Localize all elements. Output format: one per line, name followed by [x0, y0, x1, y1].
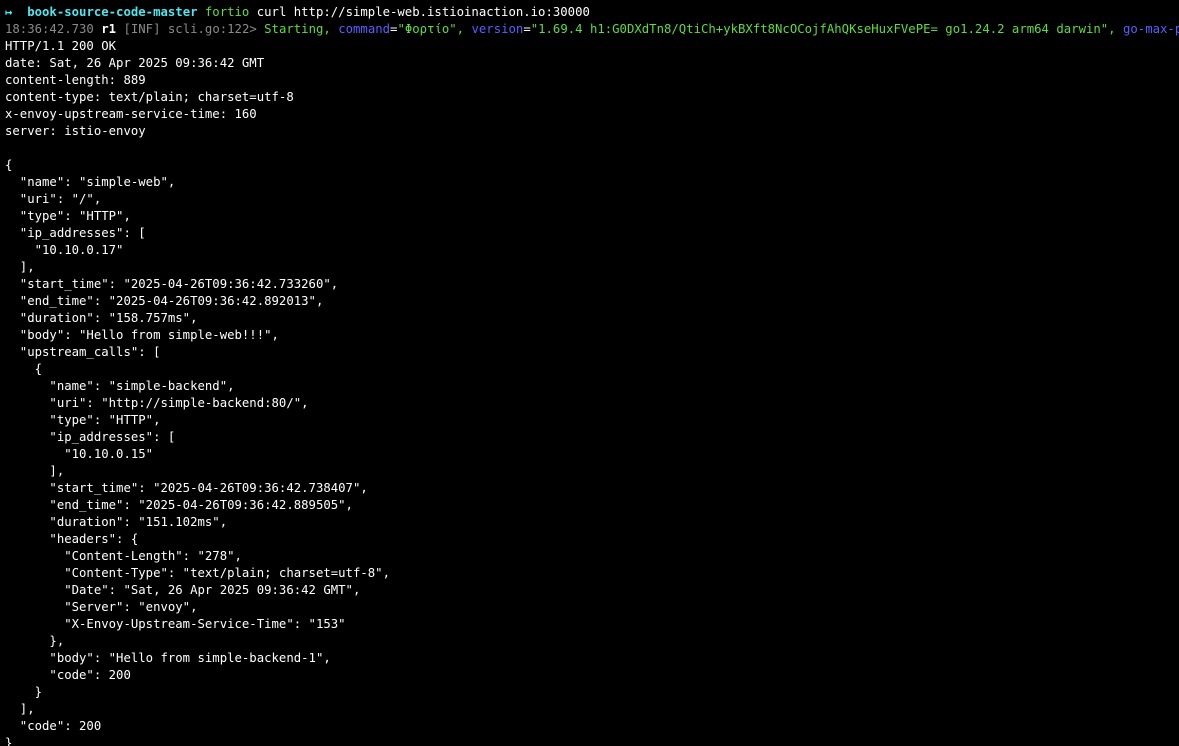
log-source: scli.go:122> — [167, 22, 257, 36]
body-line: "start_time": "2025-04-26T09:36:42.73326… — [5, 277, 339, 291]
body-line: ], — [5, 464, 65, 478]
log-procs-key: go-max-procs — [1123, 22, 1179, 36]
body-line: "type": "HTTP", — [5, 209, 131, 223]
body-line: "duration": "158.757ms", — [5, 311, 198, 325]
body-line: "Date": "Sat, 26 Apr 2025 09:36:42 GMT", — [5, 583, 361, 597]
body-line: "X-Envoy-Upstream-Service-Time": "153" — [5, 617, 346, 631]
response-headers: HTTP/1.1 200 OK date: Sat, 26 Apr 2025 09… — [5, 38, 1179, 157]
prompt-line: ↦ book-source-code-master fortio curl ht… — [5, 4, 1179, 21]
body-line: "Server": "envoy", — [5, 600, 198, 614]
body-line: "duration": "151.102ms", — [5, 515, 228, 529]
body-line: "body": "Hello from simple-backend-1", — [5, 651, 331, 665]
log-command-value: "Φορτίο", — [397, 22, 465, 36]
body-line: "end_time": "2025-04-26T09:36:42.892013"… — [5, 294, 324, 308]
body-line: "type": "HTTP", — [5, 413, 161, 427]
header-line: x-envoy-upstream-service-time: 160 — [5, 107, 257, 121]
header-line: server: istio-envoy — [5, 124, 146, 138]
response-body: { "name": "simple-web", "uri": "/", "typ… — [5, 157, 1179, 746]
body-line: "ip_addresses": [ — [5, 226, 146, 240]
body-line: "ip_addresses": [ — [5, 430, 176, 444]
log-version-key: version — [471, 22, 524, 36]
body-line: "name": "simple-backend", — [5, 379, 235, 393]
prompt-command: fortio — [204, 5, 250, 19]
header-line: date: Sat, 26 Apr 2025 09:36:42 GMT — [5, 56, 265, 70]
body-line: { — [5, 362, 43, 376]
body-line: "Content-Type": "text/plain; charset=utf… — [5, 566, 390, 580]
body-line: }, — [5, 634, 65, 648]
log-line: 18:36:42.730 r1 [INF] scli.go:122> Start… — [5, 21, 1179, 38]
body-line: "code": 200 — [5, 668, 131, 682]
body-line: "uri": "http://simple-backend:80/", — [5, 396, 309, 410]
log-command-key: command — [338, 22, 391, 36]
log-run-id: r1 — [101, 22, 117, 36]
body-line: } — [5, 736, 13, 746]
log-version-value: "1.69.4 h1:G0DXdTn8/QtiCh+ykBXft8NcOCojf… — [530, 22, 1116, 36]
body-line: "body": "Hello from simple-web!!!", — [5, 328, 279, 342]
body-line: ], — [5, 260, 35, 274]
body-line: ], — [5, 702, 35, 716]
body-line: "upstream_calls": [ — [5, 345, 161, 359]
body-line: "start_time": "2025-04-26T09:36:42.73840… — [5, 481, 368, 495]
prompt-directory: book-source-code-master — [27, 5, 198, 19]
body-line: "10.10.0.15" — [5, 447, 154, 461]
body-line: { — [5, 158, 13, 172]
header-line — [5, 140, 1179, 157]
header-line: content-length: 889 — [5, 73, 146, 87]
body-line: "uri": "/", — [5, 192, 102, 206]
log-timestamp: 18:36:42.730 — [5, 22, 94, 36]
header-line: HTTP/1.1 200 OK — [5, 39, 117, 53]
body-line: "end_time": "2025-04-26T09:36:42.889505"… — [5, 498, 353, 512]
header-line: content-type: text/plain; charset=utf-8 — [5, 90, 294, 104]
prompt-args: curl http://simple-web.istioinaction.io:… — [256, 5, 590, 19]
log-message: Starting, — [264, 22, 331, 36]
body-line: "name": "simple-web", — [5, 175, 176, 189]
body-line: "headers": { — [5, 532, 139, 546]
terminal-window[interactable]: ↦ book-source-code-master fortio curl ht… — [5, 4, 1179, 746]
body-line: "Content-Length": "278", — [5, 549, 242, 563]
body-line: "code": 200 — [5, 719, 102, 733]
body-line: "10.10.0.17" — [5, 243, 124, 257]
body-line: } — [5, 685, 43, 699]
log-level: [INF] — [123, 22, 161, 36]
